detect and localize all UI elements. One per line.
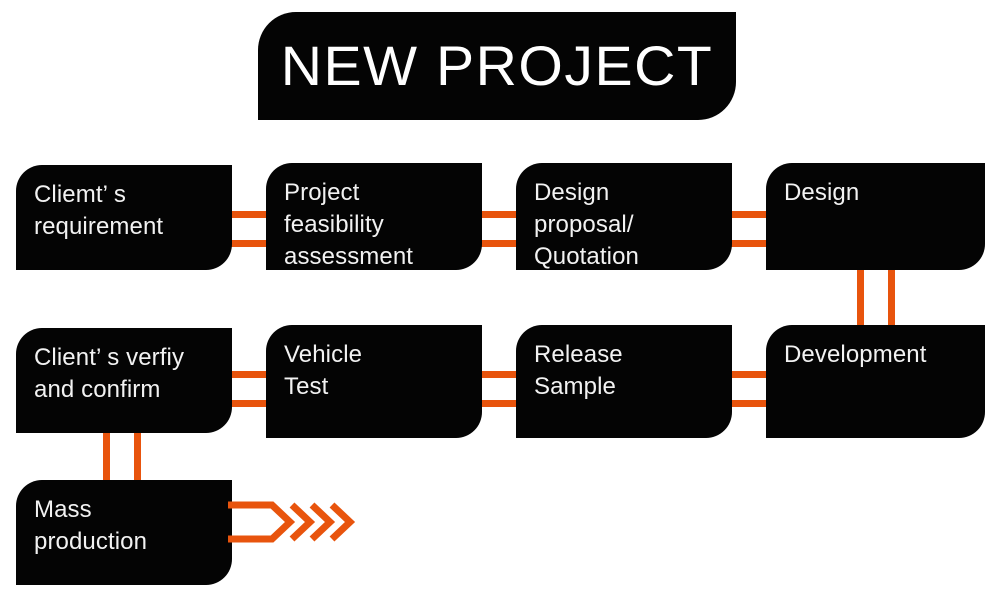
connector-r2-1-top: [231, 371, 271, 378]
node-label: Mass production: [34, 496, 148, 555]
node-label: Design: [784, 179, 860, 206]
connector-r1-1-top: [231, 211, 271, 218]
node-clients-requirement[interactable]: Cliemt’ s requirement: [16, 165, 232, 270]
connector-verify-to-mass-left: [103, 432, 110, 482]
connector-r1-2-top: [481, 211, 521, 218]
node-label: Release Sample: [534, 341, 623, 400]
flowchart-canvas: NEW PROJECT Cliemt’ s requirement Projec…: [0, 0, 1000, 600]
connector-r1-2-bottom: [481, 240, 521, 247]
connector-r2-2-bottom: [481, 400, 521, 407]
connector-r2-3-bottom: [731, 400, 771, 407]
node-mass-production[interactable]: Mass production: [16, 480, 232, 585]
node-project-feasibility-assessment[interactable]: Project feasibility assessment: [266, 163, 482, 270]
diagram-title-banner: NEW PROJECT: [258, 12, 736, 120]
diagram-title-text: NEW PROJECT: [280, 34, 714, 97]
connector-r2-3-top: [731, 371, 771, 378]
node-label: Cliemt’ s requirement: [34, 181, 164, 240]
node-release-sample[interactable]: Release Sample: [516, 325, 732, 438]
connector-verify-to-mass-right: [134, 432, 141, 482]
connector-r2-2-top: [481, 371, 521, 378]
connector-r1-3-bottom: [731, 240, 771, 247]
node-clients-verify-and-confirm[interactable]: Client’ s verfiy and confirm: [16, 328, 232, 433]
node-label: Vehicle Test: [284, 341, 363, 400]
node-label: Client’ s verfiy and confirm: [34, 344, 185, 403]
connector-design-to-development-right: [888, 262, 895, 330]
connector-r1-1-bottom: [231, 240, 271, 247]
arrow-chevrons-icon: [228, 501, 356, 543]
node-label: Development: [784, 341, 927, 368]
connector-design-to-development-left: [857, 262, 864, 330]
node-vehicle-test[interactable]: Vehicle Test: [266, 325, 482, 438]
node-label: Project feasibility assessment: [284, 179, 414, 270]
node-development[interactable]: Development: [766, 325, 985, 438]
connector-r2-1-bottom: [231, 400, 271, 407]
node-design[interactable]: Design: [766, 163, 985, 270]
connector-r1-3-top: [731, 211, 771, 218]
arrow-body-outline: [228, 501, 296, 543]
node-label: Design proposal/ Quotation: [534, 179, 639, 270]
node-design-proposal-quotation[interactable]: Design proposal/ Quotation: [516, 163, 732, 270]
final-output-arrow: [228, 497, 356, 547]
